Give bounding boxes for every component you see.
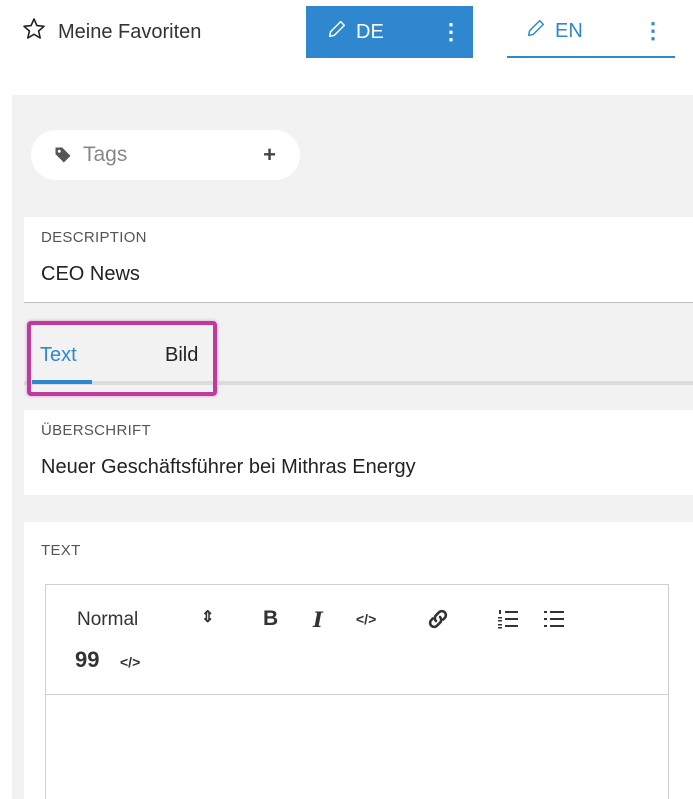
lang-en-label: EN xyxy=(555,19,583,42)
ordered-list-icon[interactable] xyxy=(496,607,520,631)
add-tag-button[interactable]: + xyxy=(263,142,276,168)
rich-text-editor[interactable]: Normal ⇕ B I </> 99 </> xyxy=(45,584,669,799)
bullet-list-icon[interactable] xyxy=(542,607,566,631)
description-field[interactable]: DESCRIPTION CEO News xyxy=(24,217,693,303)
pencil-icon xyxy=(326,18,348,46)
bold-button[interactable]: B xyxy=(263,607,278,631)
favorites-toggle[interactable]: Meine Favoriten xyxy=(22,14,201,50)
code-block-button[interactable]: </> xyxy=(120,654,140,670)
edit-de-button[interactable]: DE xyxy=(306,6,429,58)
heading-value[interactable]: Neuer Geschäftsführer bei Mithras Energy xyxy=(41,456,416,479)
pencil-icon xyxy=(525,17,547,45)
lang-de-label: DE xyxy=(356,20,384,43)
format-select[interactable]: Normal xyxy=(77,609,138,631)
text-label: TEXT xyxy=(41,542,81,559)
star-icon xyxy=(22,17,46,47)
blockquote-button[interactable]: 99 xyxy=(75,647,99,673)
kebab-menu-icon[interactable]: ⋮ xyxy=(631,6,675,56)
tags-label: Tags xyxy=(83,143,128,166)
link-icon[interactable] xyxy=(426,607,450,631)
italic-button[interactable]: I xyxy=(313,607,323,632)
code-button[interactable]: </> xyxy=(356,611,376,627)
tag-icon xyxy=(53,145,73,165)
editor-toolbar: Normal ⇕ B I </> 99 </> xyxy=(46,585,668,695)
tabs-highlight-box xyxy=(27,321,217,396)
edit-en-button[interactable]: EN xyxy=(507,6,631,56)
description-value[interactable]: CEO News xyxy=(41,263,140,286)
language-tab-de[interactable]: DE ⋮ xyxy=(306,6,473,58)
description-label: DESCRIPTION xyxy=(41,229,147,246)
heading-field[interactable]: ÜBERSCHRIFT Neuer Geschäftsführer bei Mi… xyxy=(24,410,693,495)
heading-label: ÜBERSCHRIFT xyxy=(41,422,151,439)
select-arrows-icon[interactable]: ⇕ xyxy=(201,607,214,627)
tags-pill[interactable]: Tags + xyxy=(31,130,300,180)
kebab-menu-icon[interactable]: ⋮ xyxy=(429,6,473,58)
language-tab-en[interactable]: EN ⋮ xyxy=(507,6,675,58)
favorites-label: Meine Favoriten xyxy=(58,20,202,43)
